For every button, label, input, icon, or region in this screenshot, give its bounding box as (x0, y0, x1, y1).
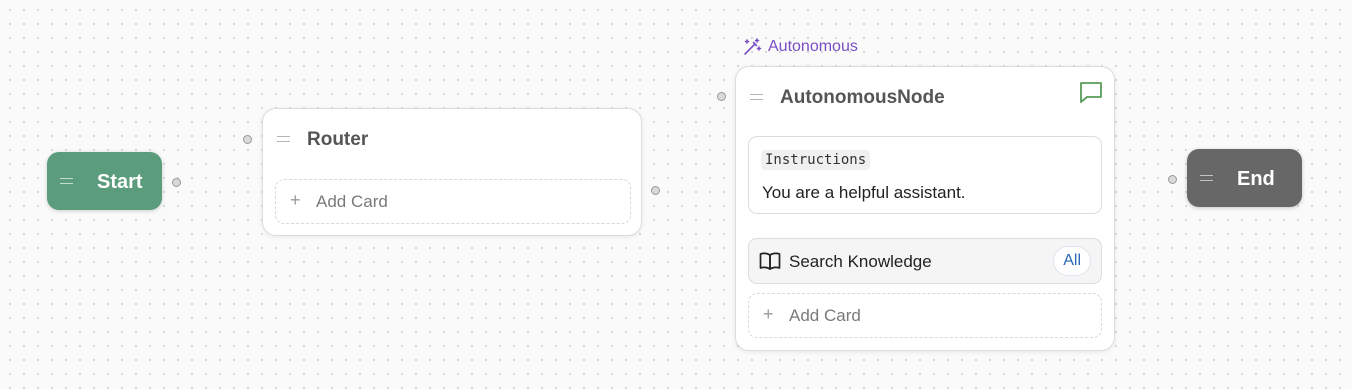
end-node-title: End (1237, 168, 1275, 190)
add-card-label: Add Card (789, 306, 861, 325)
add-card-label: Add Card (316, 192, 388, 211)
magic-wand-icon (744, 38, 762, 55)
autonomous-node[interactable]: AutonomousNode Instructions You are a he… (735, 66, 1115, 351)
router-node-title: Router (307, 129, 369, 150)
start-node-title: Start (97, 171, 143, 193)
search-knowledge-card[interactable]: Search Knowledge All (748, 238, 1102, 284)
end-input-port[interactable] (1168, 175, 1177, 184)
drag-handle-icon[interactable] (1200, 175, 1213, 181)
chat-icon[interactable] (1078, 79, 1104, 105)
start-node[interactable]: Start (47, 152, 162, 210)
router-output-port[interactable] (651, 186, 660, 195)
search-knowledge-label: Search Knowledge (789, 252, 932, 271)
start-output-port[interactable] (172, 178, 181, 187)
router-add-card-button[interactable]: + Add Card (275, 179, 631, 224)
drag-handle-icon[interactable] (750, 94, 763, 100)
plus-icon: + (290, 190, 301, 210)
drag-handle-icon[interactable] (60, 178, 73, 184)
scope-pill[interactable]: All (1053, 246, 1091, 276)
book-icon (759, 252, 781, 270)
autonomous-node-title: AutonomousNode (780, 87, 945, 108)
router-input-port[interactable] (243, 135, 252, 144)
autonomous-add-card-button[interactable]: + Add Card (748, 293, 1102, 338)
router-node[interactable]: Router + Add Card (262, 108, 642, 236)
autonomous-input-port[interactable] (717, 92, 726, 101)
plus-icon: + (763, 304, 774, 324)
autonomous-badge-label: Autonomous (768, 38, 858, 55)
instructions-tag: Instructions (761, 150, 871, 170)
autonomous-badge: Autonomous (742, 37, 858, 57)
instructions-card[interactable]: Instructions You are a helpful assistant… (748, 136, 1102, 214)
instructions-text: You are a helpful assistant. (762, 183, 966, 202)
end-node[interactable]: End (1187, 149, 1302, 207)
drag-handle-icon[interactable] (277, 136, 290, 142)
